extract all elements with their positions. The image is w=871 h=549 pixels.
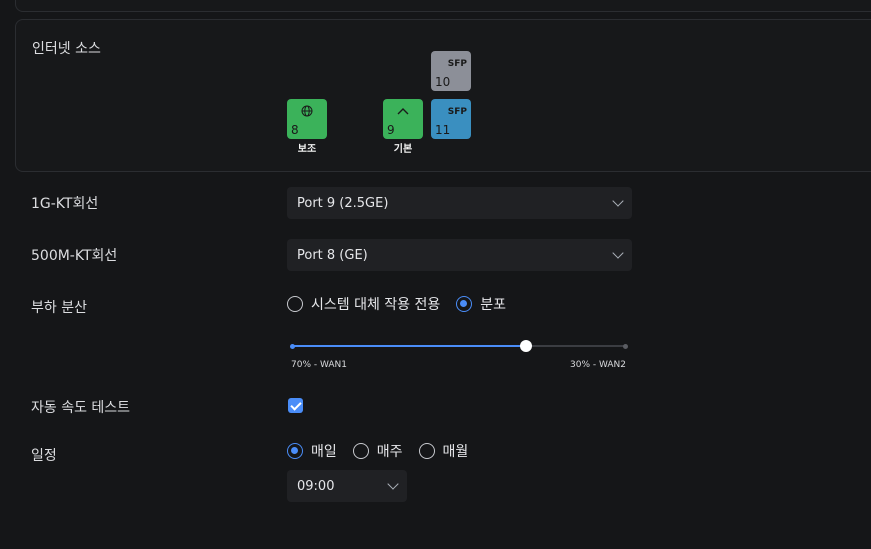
schedule-options: 매일 매주 매월 [287, 441, 484, 461]
load-balance-options: 시스템 대체 작용 전용 분포 [287, 294, 522, 314]
daily-label: 매일 [311, 444, 337, 460]
radio-monthly[interactable] [418, 443, 435, 459]
slider-right-label: 30% - WAN2 [570, 360, 626, 370]
port-8[interactable]: 8 [287, 99, 327, 139]
port-10[interactable]: SFP 10 [431, 51, 471, 91]
chevron-down-icon [612, 195, 624, 207]
schedule-label: 일정 [31, 448, 57, 464]
speed-test-checkbox[interactable] [288, 398, 303, 413]
radio-failover[interactable] [287, 296, 303, 312]
wan2-port-value: Port 8 (GE) [297, 247, 368, 263]
radio-distribution[interactable] [456, 296, 473, 312]
port-number: 8 [291, 123, 299, 137]
sfp-badge: SFP [447, 107, 467, 117]
failover-label: 시스템 대체 작용 전용 [311, 297, 441, 313]
globe-icon [287, 105, 327, 120]
chevron-up-icon [383, 105, 423, 119]
chevron-down-icon [387, 478, 399, 490]
schedule-time-value: 09:00 [297, 478, 335, 494]
sfp-badge: SFP [447, 59, 467, 69]
wan1-port-value: Port 9 (2.5GE) [297, 195, 389, 211]
schedule-option-daily[interactable]: 매일 [287, 441, 337, 461]
schedule-option-monthly[interactable]: 매월 [418, 441, 469, 461]
load-balance-option-distribution[interactable]: 분포 [456, 294, 506, 314]
port-number: 11 [435, 123, 451, 137]
internet-source-title: 인터넷 소스 [32, 41, 101, 57]
radio-daily[interactable] [287, 443, 303, 459]
distribution-slider[interactable] [290, 340, 628, 352]
monthly-label: 매월 [442, 444, 469, 460]
radio-weekly[interactable] [352, 443, 369, 459]
slider-left-label: 70% - WAN1 [291, 360, 347, 370]
weekly-label: 매주 [376, 444, 403, 460]
wan1-port-select[interactable]: Port 9 (2.5GE) [287, 187, 632, 219]
top-panel [15, 0, 871, 12]
speed-test-label: 자동 속도 테스트 [31, 400, 131, 416]
slider-thumb[interactable] [519, 340, 532, 352]
port-8-caption: 보조 [297, 144, 317, 155]
schedule-option-weekly[interactable]: 매주 [352, 441, 403, 461]
port-9-caption: 기본 [393, 144, 413, 155]
load-balance-option-failover[interactable]: 시스템 대체 작용 전용 [287, 294, 440, 314]
wan2-port-select[interactable]: Port 8 (GE) [287, 239, 632, 271]
distribution-label: 분포 [480, 297, 507, 313]
load-balance-label: 부하 분산 [31, 300, 87, 316]
wan1-label: 1G-KT회선 [31, 196, 99, 212]
internet-source-panel: 인터넷 소스 [15, 19, 871, 172]
slider-fill [292, 345, 526, 347]
port-11[interactable]: SFP 11 [431, 99, 471, 139]
port-number: 10 [435, 75, 451, 89]
port-number: 9 [387, 123, 395, 137]
slider-end-dot [623, 343, 628, 349]
wan2-label: 500M-KT회선 [31, 248, 118, 264]
chevron-down-icon [612, 247, 624, 259]
port-9[interactable]: 9 [383, 99, 423, 139]
schedule-time-select[interactable]: 09:00 [287, 470, 407, 502]
slider-start-dot [290, 343, 295, 349]
